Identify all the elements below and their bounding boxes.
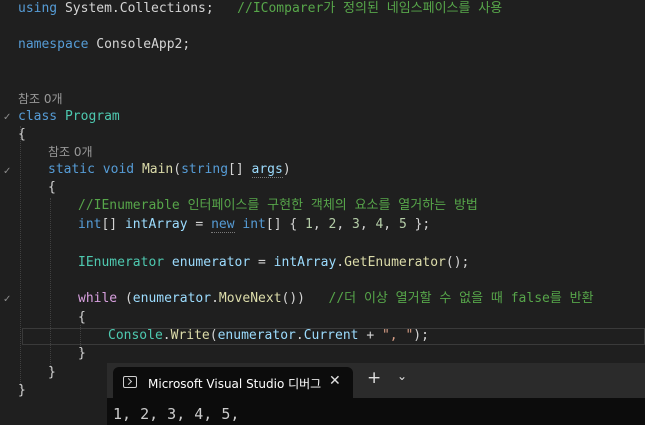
indent-guide xyxy=(20,126,21,388)
keyword: new xyxy=(211,217,235,233)
code-line-array[interactable]: int[] intArray = new int[] { 1, 2, 3, 4,… xyxy=(78,216,430,234)
brace: { xyxy=(48,180,56,195)
punct: + xyxy=(358,328,382,343)
keyword: class xyxy=(18,109,58,124)
namespace-name: ConsoleApp2; xyxy=(96,37,191,52)
code-line-while[interactable]: while (enumerator.MoveNext()) //더 이상 열거할… xyxy=(78,290,594,308)
punct: , xyxy=(312,217,329,232)
code-editor[interactable]: ✓ ✓ ✓ using System.Collections; //ICompa… xyxy=(0,0,645,425)
debug-console-window[interactable]: Microsoft Visual Studio 디버그 ✕ + ⌄ 1, 2, … xyxy=(107,363,645,425)
punct: ( xyxy=(117,291,133,306)
variable-name: intArray xyxy=(124,217,188,232)
keyword: void xyxy=(102,162,135,177)
close-icon[interactable]: ✕ xyxy=(329,373,341,389)
punct: ()) xyxy=(281,291,306,306)
code-line-comment[interactable]: //IEnumerable 인터페이스를 구현한 객체의 요소를 열거하는 방법 xyxy=(78,197,478,215)
method-name: Main xyxy=(141,162,174,177)
variable-name: enumerator xyxy=(217,328,296,343)
terminal-tab-bar: Microsoft Visual Studio 디버그 ✕ + ⌄ xyxy=(107,363,645,398)
code-line-console-write[interactable]: Console.Write(enumerator.Current + ", ")… xyxy=(108,327,429,345)
terminal-tab[interactable]: Microsoft Visual Studio 디버그 ✕ xyxy=(113,367,353,398)
code-line-using[interactable]: using System.Collections; //IComparer가 정… xyxy=(18,0,502,18)
method-name: Write xyxy=(170,328,210,343)
punct: , xyxy=(383,217,399,232)
punct: ) xyxy=(282,162,291,177)
console-output: 1, 2, 3, 4, 5, xyxy=(113,405,240,423)
namespace-name: System.Collections; xyxy=(64,1,214,16)
punct: [] { xyxy=(265,217,306,232)
punct: }; xyxy=(406,217,431,232)
string-literal: ", " xyxy=(381,328,414,343)
type-name: IEnumerator xyxy=(78,255,165,270)
code-line-brace[interactable]: } xyxy=(78,345,86,363)
keyword: namespace xyxy=(18,37,89,52)
punct: [] xyxy=(228,162,252,177)
variable-name: enumerator xyxy=(164,255,251,270)
punct: ); xyxy=(413,328,429,343)
code-line-class[interactable]: class Program xyxy=(18,108,120,126)
code-line-brace[interactable]: { xyxy=(18,126,26,144)
punct: . xyxy=(336,255,345,270)
code-line-brace[interactable]: { xyxy=(78,309,86,327)
variable-name: intArray xyxy=(273,255,337,270)
brace: { xyxy=(18,127,26,142)
collapse-marker[interactable]: ✓ xyxy=(3,166,11,177)
code-line-enumerator[interactable]: IEnumerator enumerator = intArray.GetEnu… xyxy=(78,254,469,272)
punct: (); xyxy=(445,255,470,270)
punct: = xyxy=(250,255,274,270)
property-name: Current xyxy=(303,328,359,343)
method-name: GetEnumerator xyxy=(344,255,446,270)
comment: //IComparer가 정의된 네임스페이스를 사용 xyxy=(237,1,503,16)
code-line-brace[interactable]: { xyxy=(48,179,56,197)
punct: . xyxy=(211,291,219,306)
punct: [] xyxy=(101,217,125,232)
keyword: string xyxy=(181,162,229,177)
comment: //더 이상 열거할 수 없을 때 false를 반환 xyxy=(328,291,594,306)
variable-name: enumerator xyxy=(132,291,212,306)
brace: } xyxy=(48,365,56,380)
codelens-references-main[interactable]: 참조 0개 xyxy=(48,143,93,161)
code-line-brace[interactable]: } xyxy=(48,364,56,382)
tab-title: Microsoft Visual Studio 디버그 xyxy=(148,377,322,391)
code-line-brace[interactable]: } xyxy=(18,382,26,400)
terminal-icon xyxy=(123,376,137,388)
keyword: using xyxy=(18,1,58,16)
keyword: while xyxy=(78,291,118,306)
brace: } xyxy=(18,383,26,398)
collapse-marker[interactable]: ✓ xyxy=(3,294,11,305)
comment: //IEnumerable 인터페이스를 구현한 객체의 요소를 열거하는 방법 xyxy=(78,198,478,213)
parameter-name: args xyxy=(251,162,283,178)
punct: . xyxy=(162,328,171,343)
number: 1 xyxy=(305,217,313,232)
class-name: Console xyxy=(108,328,163,343)
punct: , xyxy=(359,217,376,232)
brace: } xyxy=(78,346,86,361)
punct: ( xyxy=(173,162,182,177)
collapse-marker[interactable]: ✓ xyxy=(3,112,11,123)
punct: . xyxy=(295,328,304,343)
method-name: MoveNext xyxy=(218,291,282,306)
code-line-main[interactable]: static void Main(string[] args) xyxy=(48,161,291,179)
number: 3 xyxy=(351,217,360,232)
code-line-namespace[interactable]: namespace ConsoleApp2; xyxy=(18,36,190,54)
keyword: int xyxy=(78,217,102,232)
punct: ( xyxy=(209,328,218,343)
punct: , xyxy=(336,217,352,232)
codelens-references-class[interactable]: 참조 0개 xyxy=(18,90,63,108)
keyword: static xyxy=(48,162,95,177)
keyword: int xyxy=(242,217,266,232)
number: 5 xyxy=(398,217,407,232)
brace: { xyxy=(78,310,86,325)
chevron-down-icon[interactable]: ⌄ xyxy=(397,369,407,383)
punct: = xyxy=(187,217,212,232)
new-tab-button[interactable]: + xyxy=(367,368,381,388)
class-name: Program xyxy=(64,109,120,124)
